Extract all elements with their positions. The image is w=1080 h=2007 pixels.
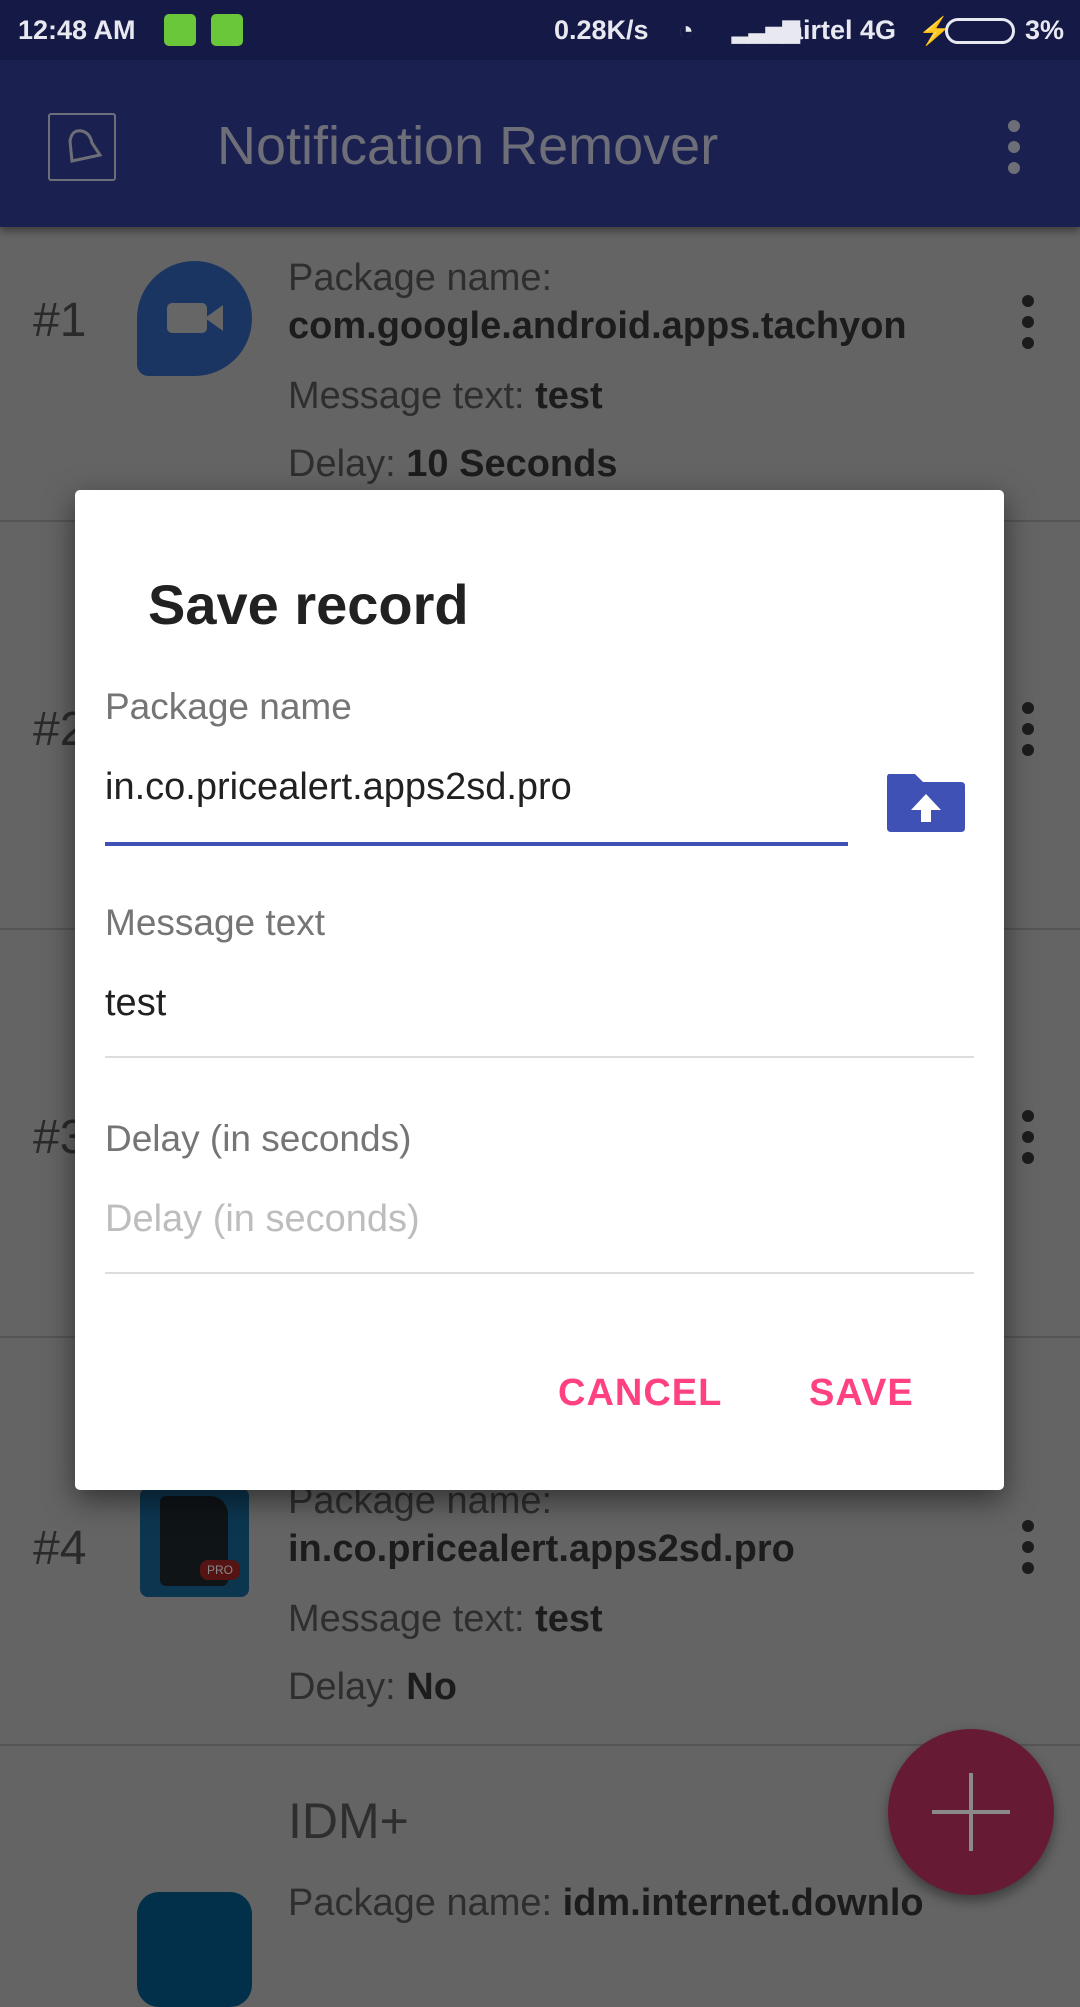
more-vert-icon[interactable] <box>1008 120 1020 174</box>
package-label: Package name: <box>288 257 553 299</box>
package-value: com.google.android.apps.tachyon <box>288 305 907 347</box>
message-line: Message text: test <box>288 375 603 417</box>
message-text-label: Message text <box>105 902 326 943</box>
android-app-icon <box>211 14 243 46</box>
save-record-dialog: Save record Package name in.co.pricealer… <box>75 490 1004 1490</box>
package-line: Package name: idm.internet.downlo <box>288 1882 924 1924</box>
item-menu-icon[interactable] <box>1022 295 1034 349</box>
delay-line: Delay: No <box>288 1666 457 1708</box>
package-name-underline <box>105 842 848 846</box>
dialog-title: Save record <box>148 573 469 636</box>
app-bar: Notification Remover <box>0 60 1080 227</box>
bell-off-icon <box>48 113 116 181</box>
delay-input[interactable]: Delay (in seconds) <box>105 1198 420 1241</box>
apps2sd-pro-icon: PRO <box>140 1488 249 1597</box>
package-value: in.co.pricealert.apps2sd.pro <box>288 1528 795 1570</box>
save-button[interactable]: SAVE <box>809 1372 914 1415</box>
delay-line: Delay: 10 Seconds <box>288 443 618 485</box>
status-bar: 12:48 AM 0.28K/s ◔ ▂▃▅▇ airtel 4G ⚡ 3% <box>0 0 1080 60</box>
battery-percent: 3% <box>1025 15 1065 45</box>
item-menu-icon[interactable] <box>1022 1520 1034 1574</box>
record-index: #1 <box>33 294 87 347</box>
package-name-input[interactable]: in.co.pricealert.apps2sd.pro <box>105 766 572 809</box>
google-duo-icon <box>137 261 252 376</box>
cancel-button[interactable]: CANCEL <box>558 1372 722 1415</box>
add-record-fab[interactable] <box>888 1729 1054 1895</box>
list-item[interactable]: #1 Package name: com.google.android.apps… <box>0 227 1080 522</box>
idm-plus-icon <box>137 1892 252 2007</box>
item-menu-icon[interactable] <box>1022 1110 1034 1164</box>
wifi-icon: ◔ <box>678 15 694 45</box>
delay-underline <box>105 1272 974 1274</box>
app-title: Notification Remover <box>217 116 719 176</box>
package-name-label: Package name <box>105 686 352 727</box>
app-name: IDM+ <box>288 1793 409 1849</box>
message-text-input[interactable]: test <box>105 982 166 1025</box>
folder-upload-icon[interactable] <box>885 768 967 834</box>
item-menu-icon[interactable] <box>1022 702 1034 756</box>
battery-app-icon <box>164 14 196 46</box>
carrier-name: airtel 4G <box>788 15 897 45</box>
network-speed: 0.28K/s <box>554 15 649 45</box>
message-text-underline <box>105 1056 974 1058</box>
battery-icon <box>945 18 1015 44</box>
message-line: Message text: test <box>288 1598 603 1640</box>
delay-label: Delay (in seconds) <box>105 1118 412 1159</box>
status-time: 12:48 AM <box>18 15 136 45</box>
record-index: #4 <box>33 1522 87 1575</box>
